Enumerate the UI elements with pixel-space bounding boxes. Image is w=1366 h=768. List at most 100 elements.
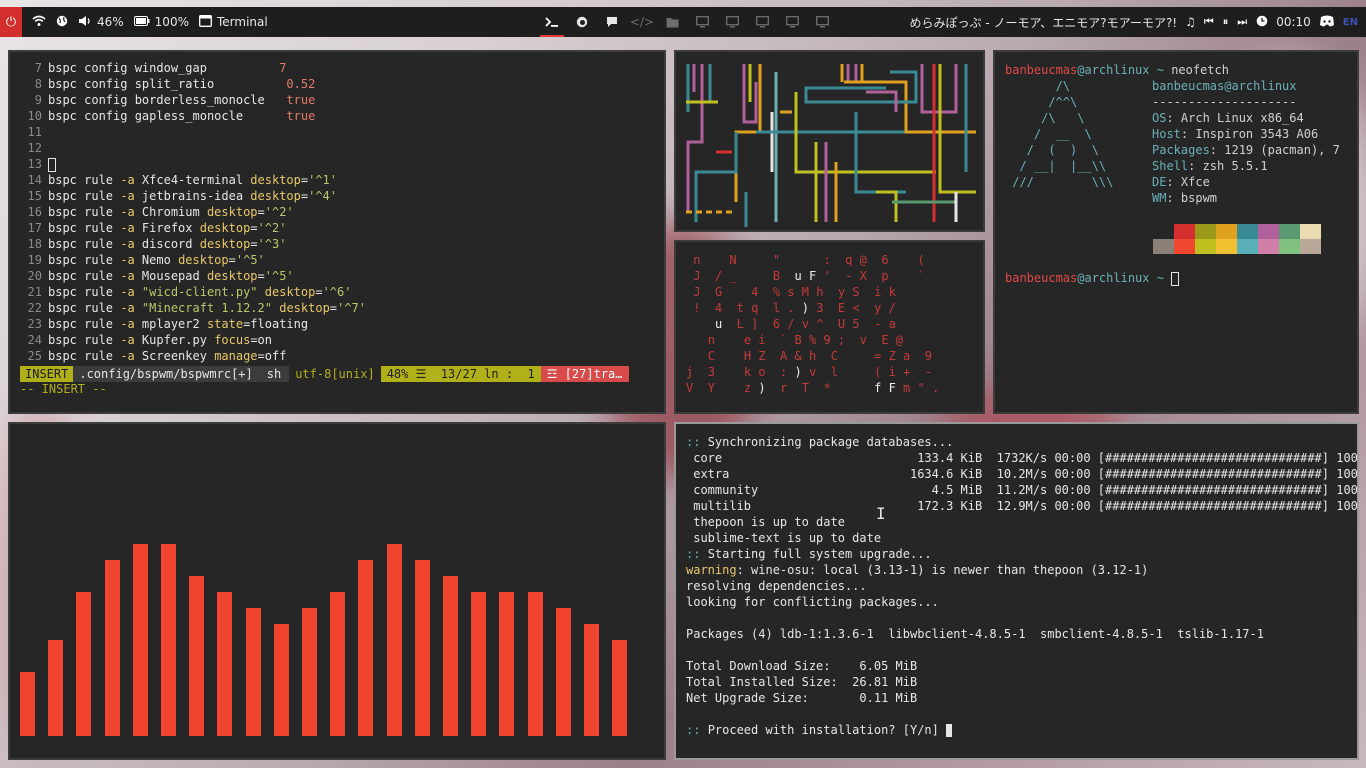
palette-swatch: [1258, 239, 1279, 254]
palette-swatch: [1195, 224, 1216, 239]
output-token: Starting full system upgrade...: [707, 547, 932, 561]
workspace-firefox-icon[interactable]: [574, 7, 590, 37]
code-line[interactable]: 16 bspc rule -a Chromium desktop='^2': [20, 204, 654, 220]
workspace-monitor-icon[interactable]: [694, 7, 710, 37]
neofetch-terminal-window[interactable]: banbeucmas@archlinux ~ neofetch /\ /^^\ …: [993, 50, 1359, 414]
code-token: =: [257, 205, 265, 219]
code-line[interactable]: 22 bspc rule -a "Minecraft 1.12.2" deskto…: [20, 300, 654, 316]
line-number: 8: [34, 77, 42, 91]
code-token: bspc rule: [48, 317, 121, 331]
code-line[interactable]: 18 bspc rule -a discord desktop='^3': [20, 236, 654, 252]
network-indicator[interactable]: [56, 15, 68, 30]
matrix-row: J / _ B u F ' - X p `: [693, 269, 925, 283]
palette-swatch: [1216, 224, 1237, 239]
cmatrix-terminal-window[interactable]: n N " : q @ 6 ( J / _ B u F ' - X p ` J …: [674, 240, 985, 414]
code-line[interactable]: 20 bspc rule -a Mousepad desktop='^5': [20, 268, 654, 284]
workspace-terminal-icon[interactable]: [540, 7, 564, 37]
palette-swatch: [1195, 239, 1216, 254]
terminal-cursor: [946, 724, 953, 737]
palette-swatch: [1279, 239, 1300, 254]
palette-swatch: [1237, 224, 1258, 239]
info-key: OS: [1152, 111, 1167, 125]
wifi-indicator[interactable]: [32, 15, 46, 30]
battery-indicator[interactable]: 100%: [133, 15, 189, 29]
code-line[interactable]: 24 bspc rule -a Kupfer.py focus=on: [20, 332, 654, 348]
next-track-icon[interactable]: ⏭: [1237, 15, 1248, 29]
code-token: =: [329, 301, 338, 315]
output-line: resolving dependencies...: [686, 578, 1347, 594]
prompt-symbol: ~: [1149, 271, 1172, 285]
code-token: desktop: [264, 285, 316, 299]
code-token: =: [315, 285, 323, 299]
output-line: multilib 172.3 KiB 12.9M/s 00:00 [######…: [686, 498, 1357, 514]
media-title[interactable]: めらみぽっぷ - ノーモア、エニモア?モアーモア?!: [910, 14, 1178, 31]
code-token: jetbrains-idea: [134, 189, 251, 203]
code-token: bspc rule: [48, 349, 121, 363]
code-token: '^3': [257, 237, 287, 251]
arch-logo: /\ /^^\ /\ \ / __ \ / ( ) \ / __| |__\\ …: [1005, 78, 1152, 206]
spectrum-bar: [330, 592, 346, 736]
code-line[interactable]: 9 bspc config borderless_monocle true: [20, 92, 654, 108]
output-line: looking for conflicting packages...: [686, 594, 1347, 610]
code-token: true: [286, 93, 316, 107]
output-line: :: Proceed with installation? [Y/n]: [686, 722, 1347, 738]
vim-buffer[interactable]: 7 bspc config window_gap 7 8 bspc config sp…: [20, 60, 654, 364]
workspace-monitor-icon[interactable]: [754, 7, 770, 37]
code-line[interactable]: 25 bspc rule -a Screenkey manage=off: [20, 348, 654, 364]
spectrum-bar: [358, 560, 374, 736]
keyboard-layout[interactable]: EN: [1343, 17, 1358, 28]
info-line: OS: Arch Linux x86_64: [1152, 110, 1340, 126]
spectrum-bar: [76, 592, 92, 736]
code-line[interactable]: 13: [20, 156, 654, 172]
code-line[interactable]: 15 bspc rule -a jetbrains-idea desktop='^…: [20, 188, 654, 204]
code-line[interactable]: 21 bspc rule -a "wicd-client.py" desktop=…: [20, 284, 654, 300]
matrix-row: j 3 k o : ) v l ( i + -: [686, 365, 932, 379]
pacman-terminal-window[interactable]: :: Synchronizing package databases... co…: [674, 422, 1359, 760]
code-token: desktop: [279, 301, 330, 315]
workspace-code-icon[interactable]: </>: [630, 7, 654, 37]
discord-icon[interactable]: [1319, 15, 1335, 30]
code-token: Nemo: [134, 253, 179, 267]
workspace-monitor-icon[interactable]: [784, 7, 800, 37]
code-token: bspc rule: [48, 253, 121, 267]
pipes-terminal-window[interactable]: [674, 50, 985, 232]
code-line[interactable]: 19 bspc rule -a Nemo desktop='^5': [20, 252, 654, 268]
code-token: desktop: [206, 269, 258, 283]
output-line: Packages (4) ldb-1:1.3.6-1 libwbclient-4…: [686, 626, 1347, 642]
output-token: resolving dependencies...: [686, 579, 867, 593]
vim-file-type: sh: [258, 366, 290, 382]
code-token: '^4': [308, 189, 338, 203]
workspace-monitor-icon[interactable]: [724, 7, 740, 37]
code-token: '^7': [337, 301, 366, 315]
power-icon[interactable]: ⏻: [0, 7, 22, 37]
code-token: '^6': [322, 285, 352, 299]
info-line: WM: bspwm: [1152, 190, 1340, 206]
code-line[interactable]: 8 bspc config split_ratio 0.52: [20, 76, 654, 92]
code-line[interactable]: 12: [20, 140, 654, 156]
palette-swatch: [1174, 224, 1195, 239]
workspace-folder-icon[interactable]: [664, 7, 680, 37]
spectrum-bar: [20, 672, 35, 736]
info-separator: --------------------: [1152, 95, 1297, 109]
vim-editor-window[interactable]: 7 bspc config window_gap 7 8 bspc config sp…: [8, 50, 666, 414]
spectrum-bar: [555, 608, 571, 736]
workspace-monitor-icon[interactable]: [814, 7, 830, 37]
code-line[interactable]: 7 bspc config window_gap 7: [20, 60, 654, 76]
pause-icon[interactable]: ⏸: [1223, 15, 1230, 29]
line-number: 7: [34, 61, 42, 75]
workspace-chat-icon[interactable]: [604, 7, 620, 37]
code-line[interactable]: 11: [20, 124, 654, 140]
audio-visualizer-window[interactable]: [8, 422, 666, 760]
previous-track-icon[interactable]: ⏮: [1204, 15, 1215, 29]
code-token: bspc config gapless_monocle: [48, 109, 287, 123]
active-window-title[interactable]: Terminal: [199, 14, 268, 30]
code-line[interactable]: 10 bspc config gapless_monocle true: [20, 108, 654, 124]
code-line[interactable]: 17 bspc rule -a Firefox desktop='^2': [20, 220, 654, 236]
volume-indicator[interactable]: 46%: [78, 15, 124, 30]
output-token: Total Download Size: 6.05 MiB: [686, 659, 918, 673]
clock-icon: [1256, 15, 1268, 30]
terminal-cursor: [1171, 271, 1180, 286]
code-line[interactable]: 14 bspc rule -a Xfce4-terminal desktop='^…: [20, 172, 654, 188]
code-line[interactable]: 23 bspc rule -a mplayer2 state=floating: [20, 316, 654, 332]
output-line: Total Download Size: 6.05 MiB: [686, 658, 1347, 674]
